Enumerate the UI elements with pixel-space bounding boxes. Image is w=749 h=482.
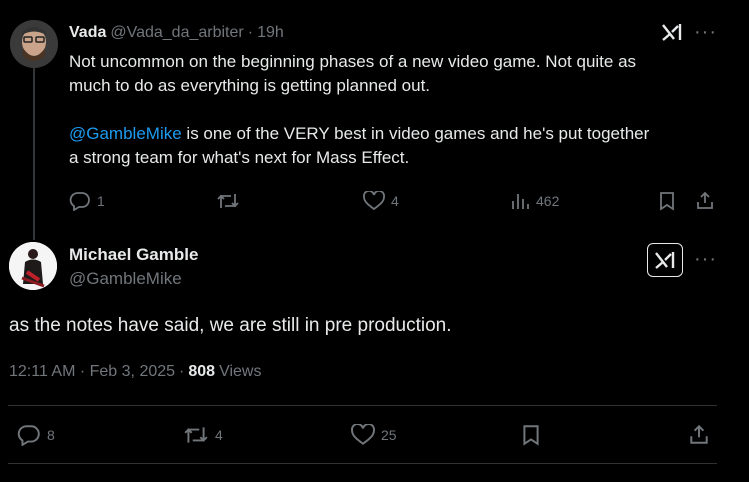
author-name[interactable]: Vada <box>69 24 106 42</box>
thread-connector-line <box>33 64 35 240</box>
divider <box>8 463 717 464</box>
reply-count: 8 <box>47 427 55 443</box>
like-icon <box>363 191 385 211</box>
vada-avatar[interactable] <box>10 20 58 68</box>
repost-button[interactable]: 4 <box>183 424 223 446</box>
reply-icon <box>69 191 91 211</box>
bookmark-icon[interactable] <box>657 191 677 216</box>
post-timestamp[interactable]: 12:11 AM · Feb 3, 2025 <box>9 363 175 381</box>
tweet-text-line: Not uncommon on the beginning phases of … <box>69 52 637 71</box>
tweet-text-line: much to do as everything is getting plan… <box>69 76 431 95</box>
post-time[interactable]: 19h <box>257 24 284 42</box>
views-count: 808 <box>188 363 216 380</box>
share-icon[interactable] <box>695 190 715 215</box>
more-icon[interactable]: ··· <box>694 249 717 269</box>
like-button[interactable]: 4 <box>363 191 399 211</box>
repost-icon <box>183 424 209 446</box>
grok-icon[interactable] <box>661 22 683 47</box>
main-tweet-text: as the notes have said, we are still in … <box>9 315 452 336</box>
views-count: 462 <box>536 193 560 209</box>
reply-button[interactable]: 8 <box>17 424 55 446</box>
more-icon[interactable]: ··· <box>694 22 717 42</box>
like-count: 25 <box>381 427 397 443</box>
mention-link[interactable]: @GambleMike <box>69 124 182 143</box>
reply-icon <box>17 424 41 446</box>
grok-icon[interactable] <box>647 243 683 277</box>
author-name[interactable]: Michael Gamble <box>69 245 198 265</box>
post-meta: 12:11 AM · Feb 3, 2025 · 808 Views <box>9 363 261 381</box>
author-handle[interactable]: @Vada_da_arbiter <box>110 24 243 42</box>
author-handle[interactable]: @GambleMike <box>69 268 198 290</box>
share-icon[interactable] <box>688 423 710 450</box>
separator-dot: · <box>179 363 185 380</box>
reply-count: 1 <box>97 193 105 209</box>
views-label: Views <box>219 363 262 380</box>
like-count: 4 <box>391 193 399 209</box>
bookmark-icon[interactable] <box>520 424 542 451</box>
tweet-text-line: @GambleMike is one of the VERY best in v… <box>69 124 650 143</box>
repost-button[interactable] <box>216 191 246 211</box>
reply-tweet-header: Vada @Vada_da_arbiter · 19h <box>69 24 284 42</box>
michael-gamble-avatar[interactable] <box>9 242 57 290</box>
tweet-text-line: a strong team for what's next for Mass E… <box>69 148 410 167</box>
reply-button[interactable]: 1 <box>69 191 105 211</box>
like-button[interactable]: 25 <box>351 424 397 446</box>
divider <box>8 405 717 406</box>
separator-dot: · <box>247 24 254 41</box>
like-icon <box>351 424 375 446</box>
reply-tweet-text: Not uncommon on the beginning phases of … <box>69 50 739 170</box>
views-icon <box>510 191 530 211</box>
views-button[interactable]: 462 <box>510 191 559 211</box>
repost-count: 4 <box>215 427 223 443</box>
repost-icon <box>216 191 240 211</box>
main-tweet-header: Michael Gamble @GambleMike <box>69 245 198 290</box>
